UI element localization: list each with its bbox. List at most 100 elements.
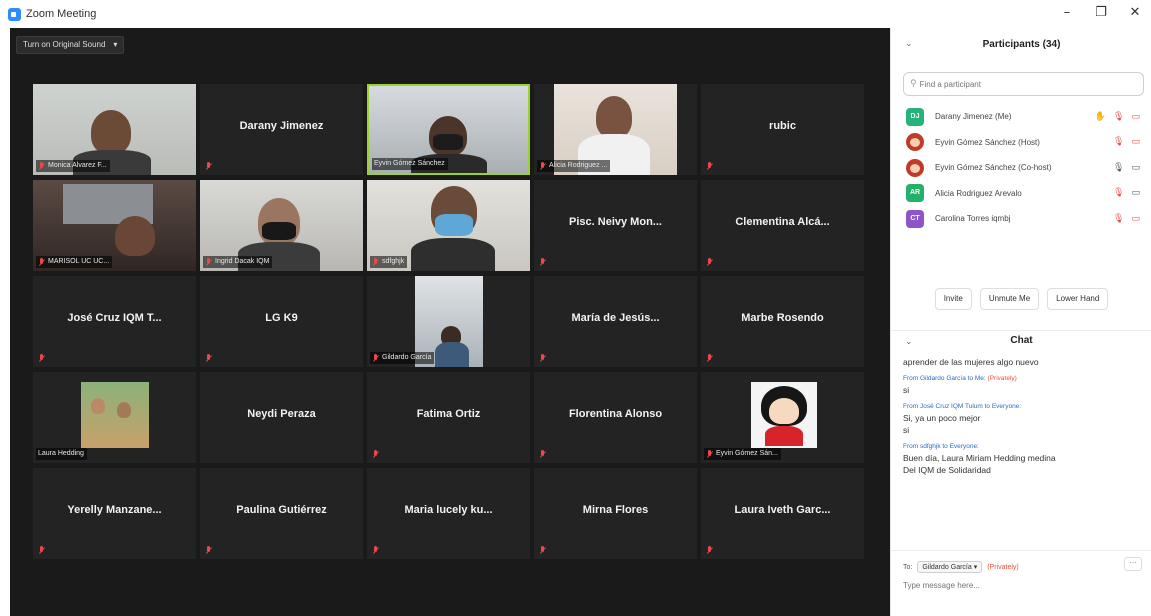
participant-status: ✋ 🎙 ▭ [1095,112,1140,122]
search-input[interactable] [919,79,1120,89]
private-tag: (Privately) [987,563,1019,571]
lower-hand-button[interactable]: Lower Hand [1047,288,1109,310]
mic-muted-icon[interactable]: 🎙 [1113,214,1124,224]
more-options-button[interactable]: ··· [1124,557,1142,571]
participant-face [91,398,105,414]
private-tag: (Privately) [987,375,1017,382]
tile-name-text: Ingrid Dacak IQM [215,258,270,265]
mic-icon[interactable]: 🎙 [1113,163,1124,173]
video-tile[interactable]: LG K9 [200,276,363,367]
video-tile[interactable]: Florentina Alonso [534,372,697,463]
tile-name-text: Laura Iveth Garc... [734,504,831,516]
title-bar: Zoom Meeting – ❐ ✕ [0,0,1151,28]
tile-name-text: Mirna Flores [582,504,649,516]
video-tile[interactable]: María de Jesús... [534,276,697,367]
mic-muted-icon[interactable]: 🎙 [1113,112,1124,122]
mic-muted-icon[interactable]: 🎙 [1113,188,1124,198]
collapse-chevron-icon[interactable]: ⌄ [905,39,913,49]
video-tile[interactable]: Alicia Rodriguez ... [534,84,697,175]
participant-row[interactable]: AR Alicia Rodriguez Arevalo 🎙 ▭ [891,181,1151,207]
profile-photo [81,382,149,448]
video-icon[interactable]: ▭ [1131,163,1140,173]
video-tile[interactable]: MARISOL UC UC... [33,180,196,271]
video-tile[interactable]: José Cruz IQM T... [33,276,196,367]
participant-row[interactable]: Eyvin Gómez Sánchez (Co-host) 🎙 ▭ [891,155,1151,181]
close-button[interactable]: ✕ [1125,4,1145,22]
tile-name-text: María de Jesús... [571,312,660,324]
mic-muted-icon [539,450,546,459]
participant-body [411,238,495,271]
video-icon[interactable]: ▭ [1131,188,1140,198]
video-tile[interactable]: rubic [701,84,864,175]
video-tile[interactable]: Gildardo García [367,276,530,367]
video-tile[interactable]: Yerelly Manzane... [33,468,196,559]
participant-search[interactable]: ⚲ [903,72,1144,96]
collapse-chevron-icon[interactable]: ⌄ [905,337,913,347]
tile-name-label: Laura Hedding [36,448,87,460]
participant-body [435,342,469,367]
recipient-select[interactable]: Gildardo García ▾ [917,561,983,573]
participant-face [117,402,131,418]
mic-muted-icon [539,546,546,555]
video-tile[interactable]: Clementina Alcá... [701,180,864,271]
video-tile[interactable]: Laura Hedding [33,372,196,463]
video-tile[interactable]: Neydi Peraza [200,372,363,463]
participant-row[interactable]: DJ Darany Jimenez (Me) ✋ 🎙 ▭ [891,104,1151,130]
maximize-button[interactable]: ❐ [1091,4,1111,22]
tile-name-text: Pisc. Neivy Mon... [569,216,662,228]
tile-name-text: sdfghjk [382,258,405,265]
video-tile[interactable]: Laura Iveth Garc... [701,468,864,559]
minimize-button[interactable]: – [1057,4,1077,22]
tile-name-label: Monica Alvarez F... [36,160,110,172]
video-tile[interactable]: Ingrid Dacak IQM [200,180,363,271]
mic-muted-icon [372,353,379,363]
participant-status: 🎙 ▭ [1113,214,1140,224]
mic-muted-icon [539,161,546,171]
video-off-icon[interactable]: ▭ [1131,137,1140,147]
video-tile[interactable]: Maria lucely ku... [367,468,530,559]
chevron-down-icon[interactable]: ▾ [113,37,117,53]
chat-recipient-row: To: Gildardo García ▾ (Privately) [903,561,1019,573]
participants-title: Participants (34) [982,39,1061,50]
invite-button[interactable]: Invite [934,288,972,310]
mic-muted-icon [205,162,212,171]
participant-face [115,216,155,256]
tile-name-text: Eyvin Gómez Sánchez [374,160,445,167]
mic-muted-icon [539,354,546,363]
video-tile[interactable]: Paulina Gutiérrez [200,468,363,559]
chat-message-input[interactable] [903,581,1133,590]
tile-name-label: Eyvin Gómez Sán... [704,448,781,460]
video-tile[interactable]: Eyvin Gómez Sán... [701,372,864,463]
participant-status: 🎙 ▭ [1113,188,1140,198]
chat-message-text: si [903,385,910,395]
mic-muted-icon [706,258,713,267]
unmute-me-button[interactable]: Unmute Me [979,288,1040,310]
tile-name-text: Laura Hedding [38,450,84,457]
participant-row[interactable]: CT Carolina Torres iqmbj 🎙 ▭ [891,206,1151,232]
tile-name-text: LG K9 [265,312,298,324]
video-tile[interactable]: sdfghjk [367,180,530,271]
mic-muted-icon[interactable]: 🎙 [1113,137,1124,147]
tile-name-label: sdfghjk [370,256,408,268]
video-tile[interactable]: Pisc. Neivy Mon... [534,180,697,271]
video-tile[interactable]: Fatima Ortiz [367,372,530,463]
participant-row[interactable]: Eyvin Gómez Sánchez (Host) 🎙 ▭ [891,130,1151,156]
participant-name: Eyvin Gómez Sánchez (Co-host) [935,163,1052,173]
mic-muted-icon [372,450,379,459]
tile-name-text: Alicia Rodriguez ... [549,162,608,169]
window-title: Zoom Meeting [26,8,97,20]
mic-muted-icon [205,257,212,267]
video-tile[interactable]: Marbe Rosendo [701,276,864,367]
video-off-icon[interactable]: ▭ [1131,214,1140,224]
video-tile[interactable]: Mirna Flores [534,468,697,559]
video-gallery: Turn on Original Sound ▾ Monica Alvarez … [10,28,890,616]
chat-message-text: Del IQM de Solidaridad [903,465,991,475]
video-tile[interactable]: Darany Jimenez [200,84,363,175]
video-off-icon[interactable]: ▭ [1131,112,1140,122]
video-tile-active-speaker[interactable]: Eyvin Gómez Sánchez [367,84,530,175]
tile-name-text: Yerelly Manzane... [67,504,162,516]
video-tile[interactable]: Monica Alvarez F... [33,84,196,175]
face-mask [435,214,473,236]
original-sound-button[interactable]: Turn on Original Sound ▾ [16,36,125,54]
tile-name-label: Ingrid Dacak IQM [203,256,273,268]
